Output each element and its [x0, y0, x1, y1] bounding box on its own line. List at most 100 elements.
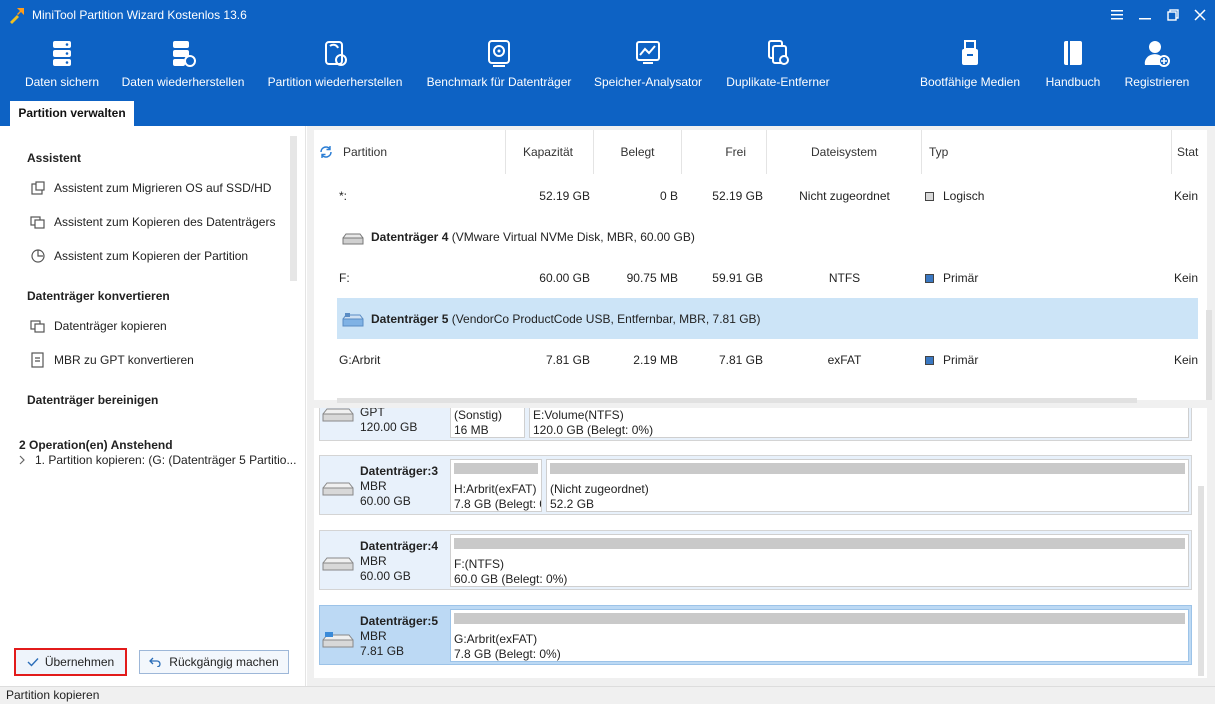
partition-block[interactable]: E:Volume(NTFS) 120.0 GB (Belegt: 0%)	[529, 408, 1189, 438]
partition-usage-bar	[550, 463, 1185, 474]
undo-icon	[149, 657, 161, 667]
space-analyzer-icon	[636, 41, 660, 64]
sidebar-item-copy-partition-wizard[interactable]: Assistent zum Kopieren der Partition	[30, 246, 248, 266]
partition-block[interactable]: (Nicht zugeordnet) 52.2 GB	[546, 459, 1189, 512]
toolbar-label: Handbuch	[1045, 75, 1101, 89]
partition-block[interactable]: H:Arbrit(exFAT) 7.8 GB (Belegt: 0	[450, 459, 542, 512]
partition-label: E:Volume(NTFS)	[533, 408, 624, 422]
toolbar-space-analyzer[interactable]: Speicher-Analysator	[590, 30, 706, 100]
cell-partition: G:Arbrit	[339, 353, 381, 367]
table-horizontal-scrollbar[interactable]	[337, 398, 1137, 403]
close-icon[interactable]	[1187, 4, 1213, 26]
disk-row-detail: (VMware Virtual NVMe Disk, MBR, 60.00 GB…	[451, 230, 695, 244]
disk-icon	[322, 408, 354, 422]
pending-operation-item[interactable]: 1. Partition kopieren: (G: (Datenträger …	[17, 453, 296, 467]
toolbar-label: Duplikate-Entferner	[726, 75, 830, 89]
disk-icon	[322, 557, 354, 571]
column-header-free[interactable]: Frei	[682, 130, 767, 174]
disk-size: 60.00 GB	[360, 569, 411, 583]
table-row[interactable]: G:Arbrit 7.81 GB 2.19 MB 7.81 GB exFAT P…	[314, 339, 1207, 380]
disk-info: GPT 120.00 GB	[320, 408, 446, 440]
table-row[interactable]: *: 52.19 GB 0 B 52.19 GB Nicht zugeordne…	[314, 175, 1207, 216]
refresh-icon[interactable]	[319, 145, 333, 159]
restore-icon[interactable]	[1160, 4, 1186, 26]
cell-free: 52.19 GB	[712, 189, 763, 203]
column-header-filesystem[interactable]: Dateisystem	[767, 130, 922, 174]
partition-info: 7.8 GB (Belegt: 0	[454, 497, 542, 511]
toolbar-duplicate-remover[interactable]: Duplikate-Entferner	[722, 30, 834, 100]
cell-status: Kein	[1174, 271, 1199, 285]
partition-usage-bar	[454, 463, 538, 474]
table-disk-row[interactable]: Datenträger 4 (VMware Virtual NVMe Disk,…	[314, 216, 1207, 257]
partition-block[interactable]: (Sonstig) 16 MB	[450, 408, 525, 438]
type-logical-icon	[925, 192, 934, 201]
apply-button[interactable]: Übernehmen	[14, 648, 127, 676]
toolbar-register[interactable]: Registrieren	[1120, 30, 1194, 100]
diskmap-scrollbar[interactable]	[1198, 486, 1204, 676]
title-bar: MiniTool Partition Wizard Kostenlos 13.6	[0, 0, 1215, 30]
cell-used: 90.75 MB	[626, 271, 678, 285]
disk-card[interactable]: GPT 120.00 GB (Sonstig) 16 MB E:Volume(N…	[319, 408, 1192, 441]
toolbar-bootable-media[interactable]: Bootfähige Medien	[914, 30, 1026, 100]
cell-type-label: Primär	[943, 353, 979, 367]
table-disk-row-selected[interactable]: Datenträger 5 (VendorCo ProductCode USB,…	[337, 298, 1198, 339]
toolbar-benchmark[interactable]: Benchmark für Datenträger	[422, 30, 576, 100]
column-header-partition[interactable]: Partition	[314, 130, 506, 174]
column-header-type[interactable]: Typ	[922, 130, 1172, 174]
sidebar-item-migrate-os[interactable]: Assistent zum Migrieren OS auf SSD/HD	[30, 178, 271, 198]
cell-filesystem: Nicht zugeordnet	[799, 189, 890, 203]
table-row[interactable]: F: 60.00 GB 90.75 MB 59.91 GB NTFS Primä…	[314, 257, 1207, 298]
minimize-icon[interactable]	[1132, 4, 1158, 26]
toolbar-label: Registrieren	[1124, 75, 1190, 89]
tab-partition-manage[interactable]: Partition verwalten	[10, 101, 134, 126]
sidebar-scrollbar[interactable]	[290, 136, 297, 281]
chevron-right-icon[interactable]	[17, 455, 27, 465]
cell-capacity: 60.00 GB	[539, 271, 590, 285]
sidebar-item-label: Datenträger kopieren	[54, 319, 167, 333]
disk-type: MBR	[360, 629, 387, 643]
disk-row-detail: (VendorCo ProductCode USB, Entfernbar, M…	[451, 312, 761, 326]
menu-icon[interactable]	[1104, 4, 1130, 26]
partition-block[interactable]: G:Arbrit(exFAT) 7.8 GB (Belegt: 0%)	[450, 609, 1189, 662]
cell-partition: *:	[339, 189, 348, 203]
disk-info: Datenträger:5 MBR 7.81 GB	[320, 606, 446, 664]
disk-card[interactable]: Datenträger:3 MBR 60.00 GB H:Arbrit(exFA…	[319, 455, 1192, 515]
disk-card[interactable]: Datenträger:4 MBR 60.00 GB F:(NTFS) 60.0…	[319, 530, 1192, 590]
sidebar-item-copy-disk[interactable]: Datenträger kopieren	[30, 316, 167, 336]
toolbar-label: Partition wiederherstellen	[267, 75, 403, 89]
toolbar-manual[interactable]: Handbuch	[1040, 30, 1106, 100]
sidebar-section-title: Assistent	[27, 151, 82, 165]
type-primary-icon	[925, 274, 934, 283]
toolbar-label: Speicher-Analysator	[593, 75, 703, 89]
status-bar: Partition kopieren	[0, 686, 1215, 704]
toolbar: Daten sichern Daten wiederherstellen Par…	[0, 30, 1215, 126]
partition-usage-bar	[454, 613, 1185, 624]
toolbar-label: Daten sichern	[24, 75, 100, 89]
partition-block[interactable]: F:(NTFS) 60.0 GB (Belegt: 0%)	[450, 534, 1189, 587]
disk-row-name: Datenträger 5	[371, 312, 449, 326]
toolbar-data-backup[interactable]: Daten sichern	[20, 30, 104, 100]
toolbar-data-recovery[interactable]: Daten wiederherstellen	[118, 30, 248, 100]
column-header-status[interactable]: Stat	[1172, 130, 1212, 174]
pending-operations-title: 2 Operation(en) Anstehend	[19, 438, 173, 452]
manual-icon	[1064, 41, 1082, 65]
cell-used: 0 B	[659, 189, 678, 203]
register-icon	[1144, 41, 1170, 67]
copy-disk-icon	[30, 320, 45, 333]
partition-label: (Nicht zugeordnet)	[550, 482, 649, 496]
partition-recovery-icon	[325, 41, 347, 66]
disk-card-selected[interactable]: Datenträger:5 MBR 7.81 GB G:Arbrit(exFAT…	[319, 605, 1192, 665]
undo-button[interactable]: Rückgängig machen	[139, 650, 289, 674]
sidebar-item-copy-disk-wizard[interactable]: Assistent zum Kopieren des Datenträgers	[30, 212, 275, 232]
sidebar-section-title: Datenträger konvertieren	[27, 289, 170, 303]
copy-partition-icon	[31, 249, 45, 263]
sidebar-item-mbr-to-gpt[interactable]: MBR zu GPT konvertieren	[30, 350, 194, 370]
toolbar-partition-recovery[interactable]: Partition wiederherstellen	[264, 30, 406, 100]
disk-icon	[342, 233, 364, 245]
cell-filesystem: NTFS	[828, 271, 861, 285]
usb-disk-icon	[322, 632, 354, 648]
table-vertical-scrollbar[interactable]	[1206, 310, 1212, 400]
column-header-capacity[interactable]: Kapazität	[506, 130, 594, 174]
toolbar-label: Daten wiederherstellen	[121, 75, 245, 89]
column-header-used[interactable]: Belegt	[594, 130, 682, 174]
